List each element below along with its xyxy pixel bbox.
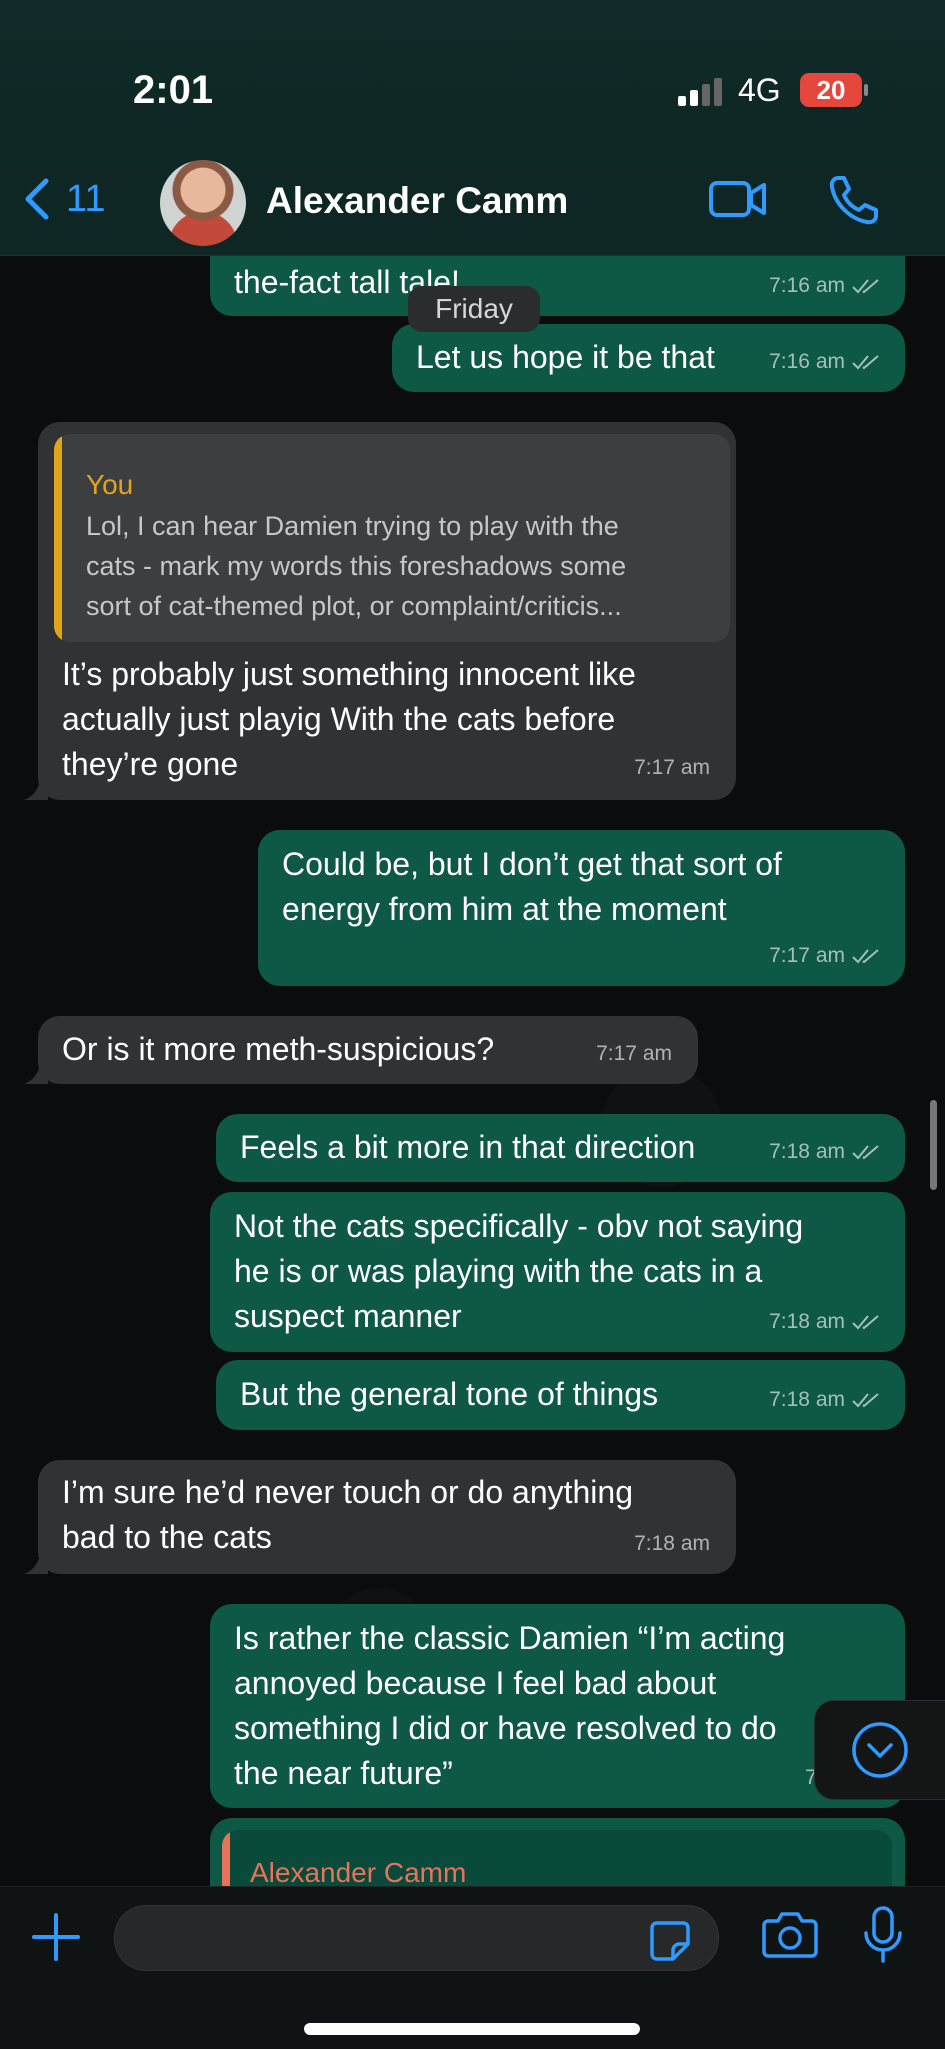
date-separator: Friday — [408, 286, 540, 332]
message-meta: 7:18 am — [634, 1521, 710, 1566]
quote-text: Lol, I can hear Damien trying to play wi… — [86, 511, 627, 621]
message-time: 7:16 am — [769, 350, 845, 373]
scroll-indicator[interactable] — [930, 1100, 937, 1190]
read-ticks-icon — [852, 1392, 879, 1407]
message-bubble-outgoing[interactable]: Is rather the classic Damien “I’m acting… — [210, 1604, 905, 1808]
battery-tip — [864, 84, 868, 96]
signal-icon — [678, 78, 722, 106]
message-text: But the general tone of things — [240, 1376, 659, 1412]
quoted-reply[interactable]: You Lol, I can hear Damien trying to pla… — [54, 434, 730, 642]
phone-icon[interactable] — [826, 172, 882, 228]
composer-bar — [0, 1886, 945, 2049]
home-indicator — [304, 2023, 640, 2035]
message-meta: 7:16 am — [769, 339, 881, 384]
message-text: Feels a bit more in that direction — [240, 1129, 696, 1165]
read-ticks-icon — [852, 278, 879, 293]
plus-icon[interactable] — [30, 1911, 82, 1963]
message-text: Or is it more meth-suspicious? — [62, 1031, 495, 1067]
message-text: I’m sure he’d never touch or do anything… — [62, 1474, 633, 1555]
message-text: Is rather the classic Damien “I’m acting… — [234, 1620, 786, 1791]
message-bubble-incoming[interactable]: You Lol, I can hear Damien trying to pla… — [38, 422, 736, 800]
message-bubble-outgoing[interactable]: Could be, but I don’t get that sort of e… — [258, 830, 905, 986]
scroll-to-bottom-button[interactable] — [814, 1700, 945, 1800]
message-text: Let us hope it be that — [416, 339, 715, 375]
network-type: 4G — [738, 72, 781, 108]
message-bubble-outgoing[interactable]: Not the cats specifically - obv not sayi… — [210, 1192, 905, 1352]
message-meta: 7:18 am — [769, 1299, 881, 1344]
message-input[interactable] — [114, 1905, 719, 1971]
contact-name[interactable]: Alexander Camm — [266, 180, 568, 222]
camera-icon[interactable] — [762, 1909, 818, 1959]
message-text: Could be, but I don’t get that sort of e… — [282, 846, 782, 927]
message-meta: 7:18 am — [769, 1129, 881, 1174]
sticker-icon[interactable] — [649, 1920, 691, 1962]
message-time: 7:18 am — [634, 1532, 710, 1555]
message-time: 7:18 am — [769, 1140, 845, 1163]
message-meta: 7:18 am — [769, 1377, 881, 1422]
battery-level: 20 — [800, 73, 862, 107]
message-text: It’s probably just something innocent li… — [62, 656, 636, 782]
chevron-down-circle-icon — [852, 1722, 908, 1778]
contact-avatar[interactable] — [160, 160, 246, 246]
message-meta: 7:17 am — [596, 1031, 672, 1076]
read-ticks-icon — [852, 354, 879, 369]
message-time: 7:17 am — [596, 1042, 672, 1065]
message-bubble-incoming[interactable]: Or is it more meth-suspicious? 7:17 am — [38, 1016, 698, 1084]
message-time: 7:17 am — [634, 756, 710, 779]
message-time: 7:17 am — [769, 944, 845, 967]
message-meta: 7:16 am — [769, 263, 881, 308]
message-bubble-outgoing[interactable]: But the general tone of things 7:18 am — [216, 1360, 905, 1430]
bubble-tail — [24, 1060, 48, 1084]
chat-header: 2:01 4G 20 11 Alexander Camm — [0, 0, 945, 256]
message-bubble-incoming[interactable]: I’m sure he’d never touch or do anything… — [38, 1460, 736, 1574]
message-bubble-outgoing[interactable]: Feels a bit more in that direction 7:18 … — [216, 1114, 905, 1182]
read-ticks-icon — [852, 1144, 879, 1159]
quote-author: You — [86, 469, 134, 500]
video-call-icon[interactable] — [708, 178, 768, 220]
read-ticks-icon — [852, 948, 879, 963]
message-time: 7:18 am — [769, 1388, 845, 1411]
chevron-left-icon — [25, 178, 49, 220]
message-meta: 7:17 am — [634, 745, 710, 790]
unread-count: 11 — [66, 177, 106, 220]
read-ticks-icon — [852, 1314, 879, 1329]
mic-icon[interactable] — [862, 1905, 904, 1965]
status-time: 2:01 — [133, 68, 214, 112]
bubble-tail — [24, 776, 48, 800]
message-time: 7:18 am — [769, 1310, 845, 1333]
message-time: 7:16 am — [769, 274, 845, 297]
quote-accent-bar — [54, 434, 62, 642]
back-button[interactable]: 11 — [18, 175, 105, 223]
bubble-tail — [24, 1550, 48, 1574]
message-meta: 7:17 am — [769, 933, 881, 978]
message-bubble-outgoing[interactable]: Let us hope it be that 7:16 am — [392, 324, 905, 392]
